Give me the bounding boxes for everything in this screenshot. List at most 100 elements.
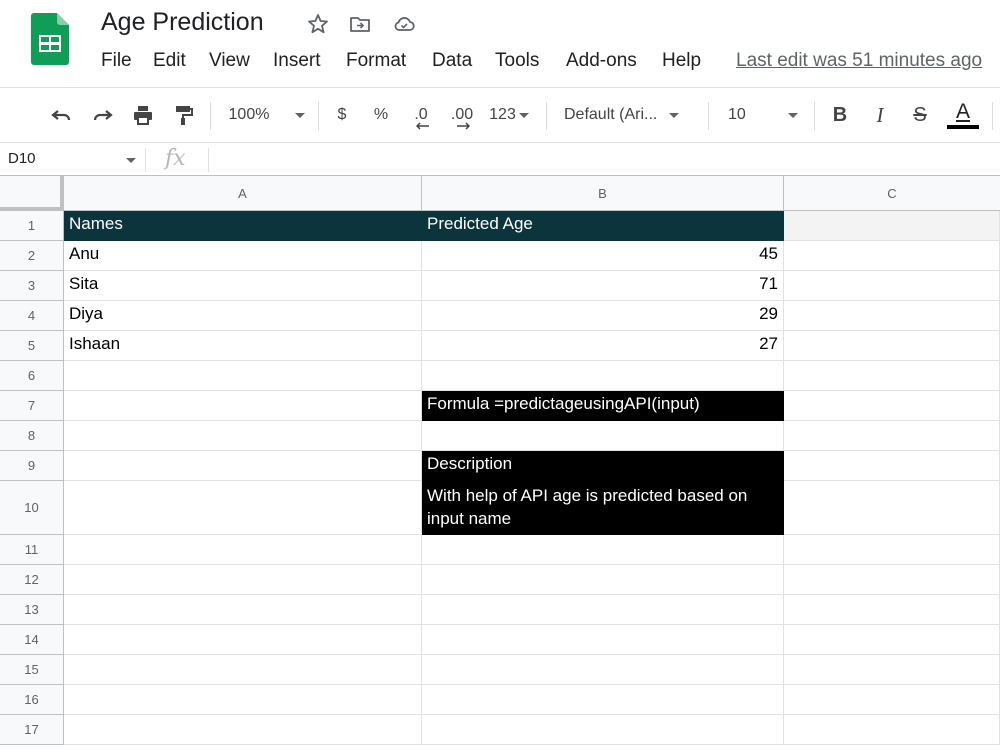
redo-button[interactable] <box>88 100 118 130</box>
cell-c15[interactable] <box>784 655 1000 685</box>
cell-b16[interactable] <box>422 685 784 715</box>
cell-c2[interactable] <box>784 241 1000 271</box>
zoom-select[interactable]: 100% <box>226 100 308 130</box>
cell-a6[interactable] <box>64 361 422 391</box>
row-header[interactable]: 11 <box>0 535 64 565</box>
cell-b1[interactable]: Predicted Age <box>422 211 784 241</box>
cell-b5[interactable]: 27 <box>422 331 784 361</box>
row-header[interactable]: 9 <box>0 451 64 481</box>
document-title[interactable]: Age Prediction <box>101 8 264 37</box>
cell-b4[interactable]: 29 <box>422 301 784 331</box>
column-header-a[interactable]: A <box>64 176 422 211</box>
menu-file[interactable]: File <box>101 50 153 76</box>
formula-input[interactable] <box>216 143 996 176</box>
row-header[interactable]: 17 <box>0 715 64 745</box>
cell-b10[interactable]: With help of API age is predicted based … <box>422 481 784 535</box>
print-button[interactable] <box>128 100 158 130</box>
bold-button[interactable]: B <box>826 100 854 130</box>
cloud-saved-icon[interactable] <box>392 12 416 36</box>
cell-c9[interactable] <box>784 451 1000 481</box>
cell-a11[interactable] <box>64 535 422 565</box>
cell-a4[interactable]: Diya <box>64 301 422 331</box>
font-size-select[interactable]: 10 <box>728 100 804 130</box>
cell-b17[interactable] <box>422 715 784 745</box>
row-header[interactable]: 13 <box>0 595 64 625</box>
cell-a2[interactable]: Anu <box>64 241 422 271</box>
column-header-c[interactable]: C <box>784 176 1000 211</box>
cell-b12[interactable] <box>422 565 784 595</box>
row-header[interactable]: 2 <box>0 241 64 271</box>
more-formats-button[interactable]: 123 <box>486 100 532 130</box>
name-box[interactable]: D10 <box>8 150 36 167</box>
row-header[interactable]: 15 <box>0 655 64 685</box>
cell-a3[interactable]: Sita <box>64 271 422 301</box>
italic-button[interactable]: I <box>866 100 894 130</box>
cell-c11[interactable] <box>784 535 1000 565</box>
row-header[interactable]: 1 <box>0 211 64 241</box>
row-header[interactable]: 12 <box>0 565 64 595</box>
menu-view[interactable]: View <box>209 50 273 76</box>
menu-insert[interactable]: Insert <box>273 50 346 76</box>
cell-c3[interactable] <box>784 271 1000 301</box>
cell-b14[interactable] <box>422 625 784 655</box>
menu-data[interactable]: Data <box>432 50 495 76</box>
cell-c7[interactable] <box>784 391 1000 421</box>
cell-b15[interactable] <box>422 655 784 685</box>
undo-button[interactable] <box>46 100 76 130</box>
text-color-button[interactable]: A <box>946 100 980 130</box>
percent-format-button[interactable]: % <box>368 100 394 130</box>
increase-decimal-button[interactable]: .00 <box>446 100 478 130</box>
cell-c10[interactable] <box>784 481 1000 535</box>
currency-format-button[interactable]: $ <box>330 100 354 130</box>
row-header[interactable]: 7 <box>0 391 64 421</box>
cell-a9[interactable] <box>64 451 422 481</box>
cell-a14[interactable] <box>64 625 422 655</box>
row-header[interactable]: 10 <box>0 481 64 535</box>
menu-format[interactable]: Format <box>346 50 432 76</box>
column-header-b[interactable]: B <box>422 176 784 211</box>
cell-a5[interactable]: Ishaan <box>64 331 422 361</box>
cell-c5[interactable] <box>784 331 1000 361</box>
cell-a10[interactable] <box>64 481 422 535</box>
cell-c6[interactable] <box>784 361 1000 391</box>
move-to-folder-icon[interactable] <box>348 12 372 36</box>
row-header[interactable]: 16 <box>0 685 64 715</box>
chevron-down-icon[interactable] <box>126 158 136 163</box>
cell-a7[interactable] <box>64 391 422 421</box>
cell-b11[interactable] <box>422 535 784 565</box>
cell-a1[interactable]: Names <box>64 211 422 241</box>
select-all-corner[interactable] <box>0 176 64 211</box>
sheets-logo-icon[interactable] <box>31 13 69 65</box>
cell-c16[interactable] <box>784 685 1000 715</box>
row-header[interactable]: 5 <box>0 331 64 361</box>
cell-a16[interactable] <box>64 685 422 715</box>
cell-a8[interactable] <box>64 421 422 451</box>
paint-format-button[interactable] <box>168 100 198 130</box>
font-family-select[interactable]: Default (Ari... <box>564 100 696 130</box>
star-icon[interactable] <box>306 12 330 36</box>
cell-b9[interactable]: Description <box>422 451 784 481</box>
strikethrough-button[interactable]: S <box>906 100 934 130</box>
decrease-decimal-button[interactable]: .0 <box>406 100 436 130</box>
row-header[interactable]: 14 <box>0 625 64 655</box>
row-header[interactable]: 8 <box>0 421 64 451</box>
cell-b2[interactable]: 45 <box>422 241 784 271</box>
cell-a13[interactable] <box>64 595 422 625</box>
cell-a12[interactable] <box>64 565 422 595</box>
cell-b6[interactable] <box>422 361 784 391</box>
menu-tools[interactable]: Tools <box>495 50 566 76</box>
cell-b13[interactable] <box>422 595 784 625</box>
cell-c8[interactable] <box>784 421 1000 451</box>
cell-b8[interactable] <box>422 421 784 451</box>
cell-c12[interactable] <box>784 565 1000 595</box>
menu-help[interactable]: Help <box>662 50 712 76</box>
cell-c17[interactable] <box>784 715 1000 745</box>
menu-add-ons[interactable]: Add-ons <box>566 50 662 76</box>
cell-c4[interactable] <box>784 301 1000 331</box>
row-header[interactable]: 3 <box>0 271 64 301</box>
row-header[interactable]: 4 <box>0 301 64 331</box>
cell-a15[interactable] <box>64 655 422 685</box>
last-edit-link[interactable]: Last edit was 51 minutes ago <box>736 50 982 72</box>
row-header[interactable]: 6 <box>0 361 64 391</box>
cell-b3[interactable]: 71 <box>422 271 784 301</box>
